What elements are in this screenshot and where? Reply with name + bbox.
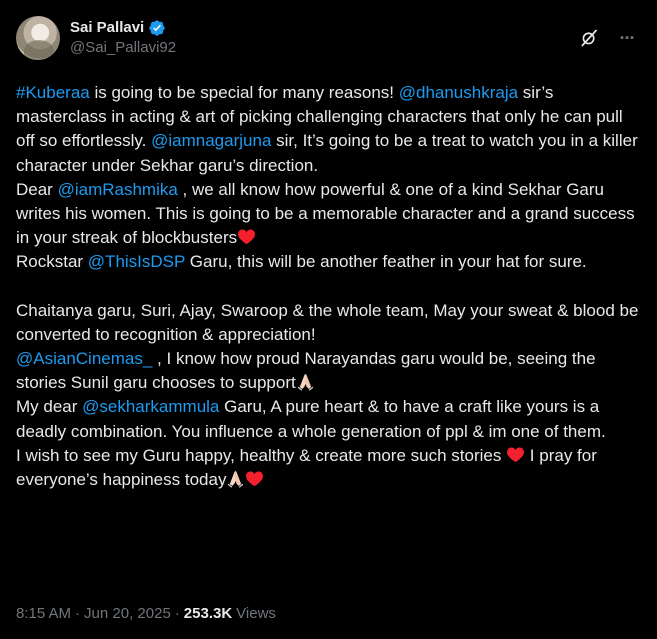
paragraph-5: @AsianCinemas_ , I know how proud Naraya… (16, 349, 596, 393)
paragraph-3: Rockstar @ThisIsDSP Garu, this will be a… (16, 252, 587, 272)
paragraph-1: #Kuberaa is going to be special for many… (16, 83, 638, 175)
header-actions: ··· (575, 18, 641, 58)
mention-link[interactable]: @iamnagarjuna (151, 131, 271, 150)
handle[interactable]: @Sai_Pallavi92 (70, 38, 176, 58)
folded-hands-icon (228, 471, 244, 488)
red-heart-icon (507, 447, 525, 462)
mention-link[interactable]: @AsianCinemas_ (16, 349, 152, 368)
grok-icon (581, 29, 597, 47)
meta-separator: · (75, 605, 81, 622)
hashtag-link[interactable]: #Kuberaa (16, 83, 90, 102)
meta-separator: · (174, 605, 180, 622)
more-icon: ··· (619, 28, 636, 48)
red-heart-icon (238, 229, 256, 245)
paragraph-4: Chaitanya garu, Suri, Ajay, Swaroop & th… (16, 300, 639, 344)
mention-link[interactable]: @ThisIsDSP (88, 252, 185, 271)
more-options-button[interactable]: ··· (613, 24, 641, 52)
views-label: Views (236, 605, 276, 622)
folded-hands-icon (297, 374, 313, 391)
mention-link[interactable]: @dhanushkraja (399, 83, 518, 102)
mention-link[interactable]: @iamRashmika (58, 180, 178, 199)
display-name-row[interactable]: Sai Pallavi (70, 18, 176, 38)
tweet: Sai Pallavi @Sai_Pallavi92 ··· #Kuberaa … (0, 0, 657, 639)
tweet-time[interactable]: 8:15 AM (16, 604, 71, 624)
verified-badge-icon (149, 20, 165, 36)
paragraph-6: My dear @sekharkammula Garu, A pure hear… (16, 397, 606, 441)
paragraph-7: I wish to see my Guru happy, healthy & c… (16, 445, 597, 490)
red-heart-icon (246, 471, 264, 487)
display-name[interactable]: Sai Pallavi (70, 18, 144, 38)
tweet-text: #Kuberaa is going to be special for many… (16, 81, 642, 492)
tweet-date[interactable]: Jun 20, 2025 (84, 604, 171, 624)
grok-button[interactable] (575, 24, 603, 52)
paragraph-2: Dear @iamRashmika , we all know how powe… (16, 179, 635, 248)
tweet-meta: 8:15 AM · Jun 20, 2025 · 253.3K Views (16, 604, 276, 624)
mention-link[interactable]: @sekharkammula (82, 397, 219, 416)
views-count[interactable]: 253.3K (184, 604, 232, 624)
author-info: Sai Pallavi @Sai_Pallavi92 (70, 18, 176, 58)
tweet-header: Sai Pallavi @Sai_Pallavi92 ··· (16, 12, 641, 64)
avatar[interactable] (16, 16, 60, 60)
